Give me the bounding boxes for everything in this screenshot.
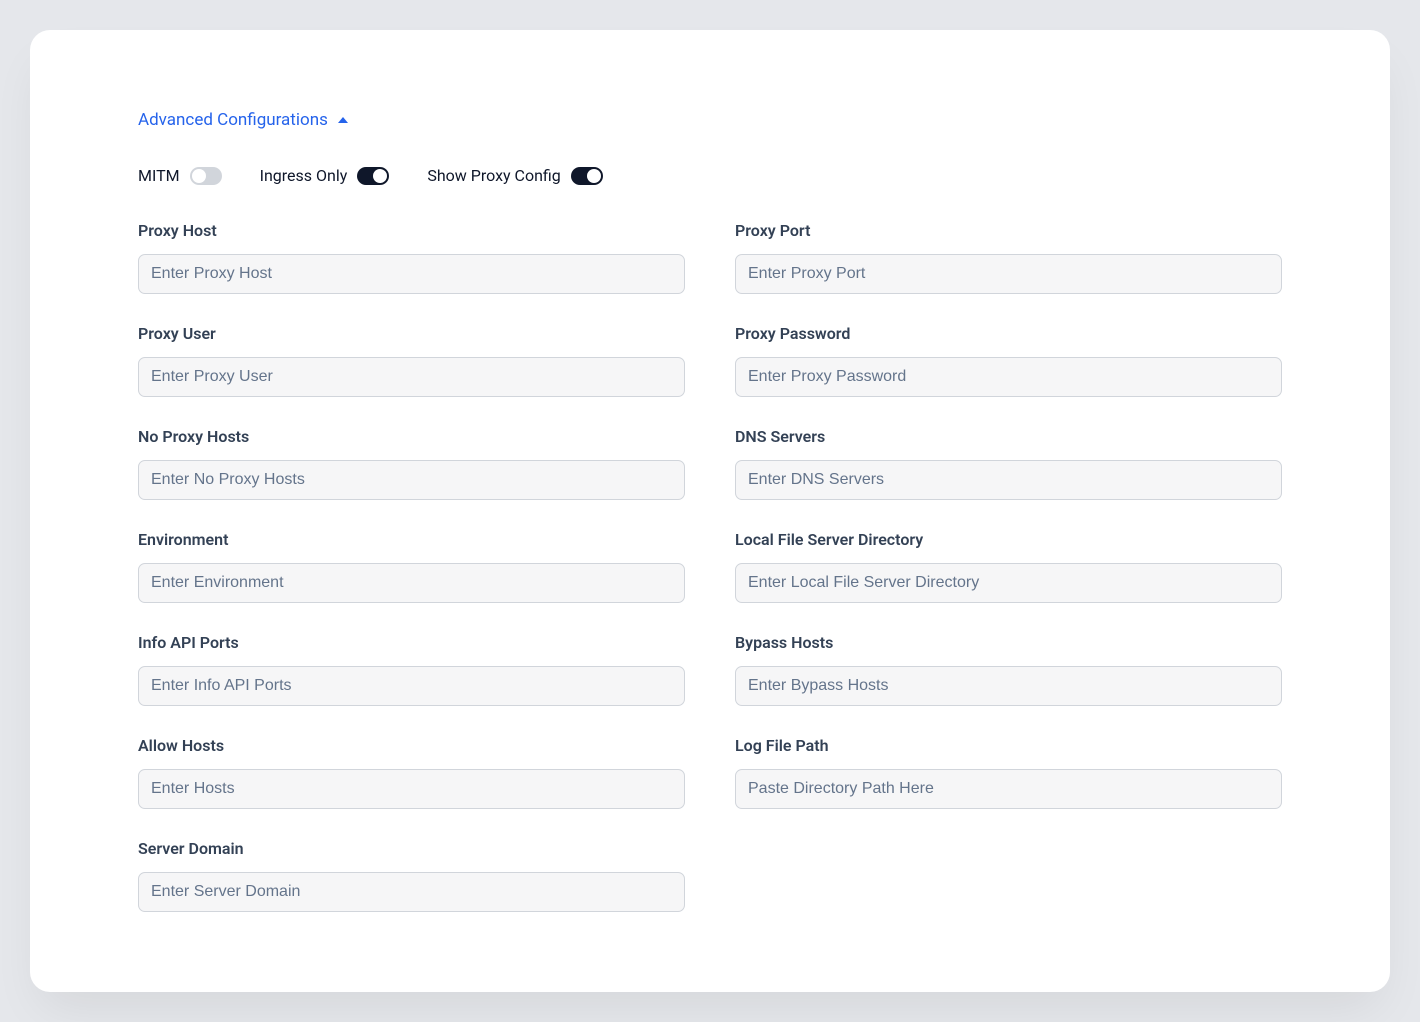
proxy-password-input[interactable] xyxy=(735,357,1282,397)
no-proxy-hosts-input[interactable] xyxy=(138,460,685,500)
settings-card: Advanced Configurations MITM Ingress Onl… xyxy=(30,30,1390,992)
info-api-ports-input[interactable] xyxy=(138,666,685,706)
environment-input[interactable] xyxy=(138,563,685,603)
server-domain-field: Server Domain xyxy=(138,839,685,912)
caret-up-icon xyxy=(338,117,348,123)
proxy-port-input[interactable] xyxy=(735,254,1282,294)
allow-hosts-input[interactable] xyxy=(138,769,685,809)
bypass-hosts-label: Bypass Hosts xyxy=(735,633,1282,652)
dns-servers-input[interactable] xyxy=(735,460,1282,500)
proxy-password-field: Proxy Password xyxy=(735,324,1282,397)
log-file-path-field: Log File Path xyxy=(735,736,1282,809)
server-domain-input[interactable] xyxy=(138,872,685,912)
right-column: Proxy Port Proxy Password DNS Servers Lo… xyxy=(735,221,1282,942)
mitm-switch[interactable] xyxy=(190,167,222,185)
bypass-hosts-input[interactable] xyxy=(735,666,1282,706)
allow-hosts-label: Allow Hosts xyxy=(138,736,685,755)
bypass-hosts-field: Bypass Hosts xyxy=(735,633,1282,706)
allow-hosts-field: Allow Hosts xyxy=(138,736,685,809)
info-api-ports-label: Info API Ports xyxy=(138,633,685,652)
show-proxy-config-toggle-group: Show Proxy Config xyxy=(427,166,602,185)
proxy-user-label: Proxy User xyxy=(138,324,685,343)
section-title: Advanced Configurations xyxy=(138,110,328,130)
log-file-path-input[interactable] xyxy=(735,769,1282,809)
log-file-path-label: Log File Path xyxy=(735,736,1282,755)
proxy-password-label: Proxy Password xyxy=(735,324,1282,343)
no-proxy-hosts-field: No Proxy Hosts xyxy=(138,427,685,500)
proxy-host-field: Proxy Host xyxy=(138,221,685,294)
ingress-only-label: Ingress Only xyxy=(260,166,348,185)
show-proxy-config-switch[interactable] xyxy=(571,167,603,185)
fields-grid: Proxy Host Proxy User No Proxy Hosts Env… xyxy=(138,221,1282,942)
left-column: Proxy Host Proxy User No Proxy Hosts Env… xyxy=(138,221,685,942)
advanced-configurations-toggle[interactable]: Advanced Configurations xyxy=(138,110,1282,130)
info-api-ports-field: Info API Ports xyxy=(138,633,685,706)
no-proxy-hosts-label: No Proxy Hosts xyxy=(138,427,685,446)
environment-label: Environment xyxy=(138,530,685,549)
environment-field: Environment xyxy=(138,530,685,603)
proxy-user-field: Proxy User xyxy=(138,324,685,397)
local-file-server-directory-label: Local File Server Directory xyxy=(735,530,1282,549)
proxy-port-field: Proxy Port xyxy=(735,221,1282,294)
toggles-row: MITM Ingress Only Show Proxy Config xyxy=(138,166,1282,185)
dns-servers-field: DNS Servers xyxy=(735,427,1282,500)
ingress-only-switch[interactable] xyxy=(357,167,389,185)
proxy-host-label: Proxy Host xyxy=(138,221,685,240)
show-proxy-config-label: Show Proxy Config xyxy=(427,166,560,185)
local-file-server-directory-input[interactable] xyxy=(735,563,1282,603)
local-file-server-directory-field: Local File Server Directory xyxy=(735,530,1282,603)
server-domain-label: Server Domain xyxy=(138,839,685,858)
proxy-host-input[interactable] xyxy=(138,254,685,294)
dns-servers-label: DNS Servers xyxy=(735,427,1282,446)
mitm-toggle-group: MITM xyxy=(138,166,222,185)
proxy-user-input[interactable] xyxy=(138,357,685,397)
mitm-label: MITM xyxy=(138,166,180,185)
ingress-only-toggle-group: Ingress Only xyxy=(260,166,390,185)
proxy-port-label: Proxy Port xyxy=(735,221,1282,240)
